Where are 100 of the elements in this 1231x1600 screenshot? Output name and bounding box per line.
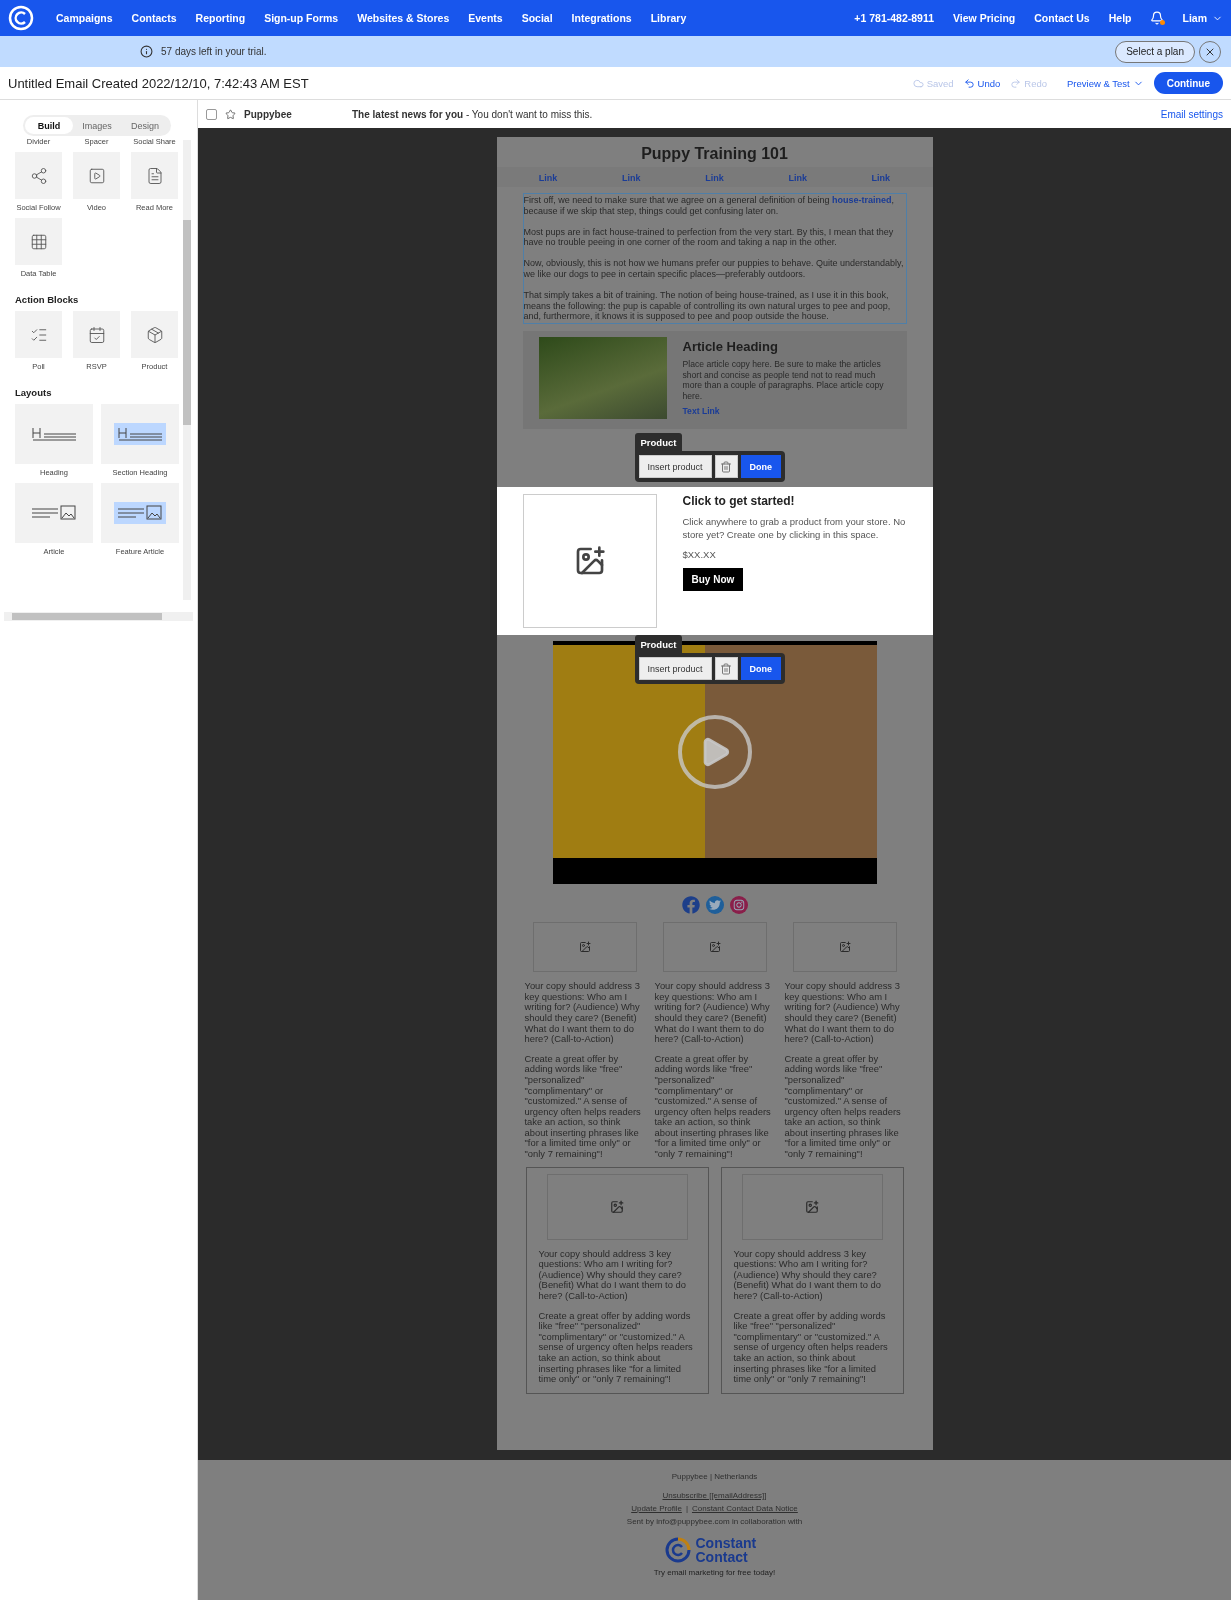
email-settings-link[interactable]: Email settings [1160, 108, 1223, 120]
delete-button[interactable] [714, 455, 738, 479]
tagline: Try email marketing for free today! [653, 1568, 776, 1577]
sender-name: Puppybee [244, 108, 293, 120]
product-heading: Click to get started! [682, 494, 795, 509]
paragraph: Your copy should address 3 key questions: Who am I writing for? (Audience) Why should they care? (Benefit) What do I want them to do here? (Call-to-Action) [538, 1248, 687, 1302]
paragraph: That simply takes a bit of training. The notion of being house-trained, as I use it in this book, means the following: the pup is capable of controlling its own natural urges to pee and poop, and, furthermore, it knows it is supposed to pee and poop outside the house. [523, 289, 892, 323]
preview-test-button[interactable]: Preview & Test [1067, 77, 1144, 89]
block-label: Product [634, 433, 683, 452]
saved-indicator: Saved [912, 77, 954, 89]
select-checkbox[interactable] [206, 108, 217, 120]
block-tile[interactable] [15, 483, 93, 543]
nav-link[interactable]: View Pricing [953, 12, 1016, 24]
paragraph: Your copy should address 3 key questions: Who am I writing for? (Audience) Why should they care? (Benefit) What do I want them to do here? (Call-to-Action) [733, 1248, 882, 1302]
play-icon[interactable] [677, 714, 752, 789]
product-description: Click anywhere to grab a product from your store. No store yet? Create one by clicking in this space. [682, 516, 907, 542]
nav-link[interactable]: Help [1108, 12, 1132, 24]
block-tile[interactable] [101, 404, 179, 464]
block-tile[interactable] [15, 152, 62, 199]
document-icon [145, 166, 164, 185]
horizontal-scrollbar[interactable] [4, 612, 193, 621]
company-info: Puppybee | Netherlands [671, 1472, 758, 1481]
article-heading: Article Heading [682, 339, 779, 355]
email-heading: Puppy Training 101 [641, 145, 788, 163]
share-icon [29, 166, 48, 185]
paragraph: Create a great offer by adding words like "free" "personalized" "complimentary" or "customized." A sense of urgency often helps readers take an action, so think about inserting phrases like "for a limited time only" or "only 7 remaining"! [733, 1310, 889, 1385]
sent-by-text: Sent by info@puppybee.com in collaboration with [626, 1517, 803, 1526]
heading-layout-icon [114, 423, 166, 445]
paragraph: Create a great offer by adding words like "free" "personalized" "complimentary" or "customized." A sense of urgency often helps readers take an action, so think about inserting phrases like "for a limited time only" or "only 7 remaining"! [524, 1053, 642, 1160]
block-tile[interactable] [15, 404, 93, 464]
article-layout-icon [114, 502, 166, 524]
nav-link[interactable]: Sign-up Forms [264, 12, 339, 24]
nav-link[interactable]: Websites & Stores [357, 12, 450, 24]
update-profile-link[interactable]: Update Profile [631, 1504, 682, 1513]
add-image-icon [708, 941, 721, 954]
video-icon [87, 166, 106, 185]
product-price: $XX.XX [682, 549, 716, 561]
box-icon [145, 325, 164, 344]
undo-button[interactable]: Undo [963, 77, 1001, 89]
facebook-icon[interactable] [681, 896, 700, 915]
user-menu[interactable]: Liam [1182, 12, 1223, 24]
undo-icon [963, 77, 975, 89]
nav-link[interactable]: Social [521, 12, 553, 24]
cloud-icon [912, 77, 924, 89]
delete-button[interactable] [714, 657, 738, 681]
paragraph: First off, we need to make sure that we agree on a general definition of being house-trained, because if we skip that step, things could get confusing later on. [523, 195, 896, 217]
block-tile[interactable] [131, 311, 178, 358]
insert-product-button[interactable]: Insert product [638, 657, 712, 681]
instagram-icon[interactable] [729, 896, 748, 915]
continue-button[interactable]: Continue [1153, 72, 1223, 94]
nav-link[interactable]: +1 781-482-8911 [854, 12, 935, 24]
data-notice-link[interactable]: Constant Contact Data Notice [691, 1504, 798, 1513]
nav-link[interactable]: Events [468, 12, 503, 24]
trash-icon [720, 460, 733, 473]
block-tile[interactable] [73, 311, 120, 358]
select-plan-button[interactable]: Select a plan [1115, 40, 1195, 63]
add-image-icon [610, 1199, 624, 1214]
nav-link[interactable]: Contacts [131, 12, 177, 24]
email-title: Untitled Email Created 2022/12/10, 7:42:43 AM EST [8, 75, 309, 91]
nav-link[interactable]: Contact Us [1034, 12, 1090, 24]
logo-icon[interactable] [8, 5, 34, 31]
block-tile[interactable] [101, 483, 179, 543]
trash-icon [720, 662, 733, 675]
paragraph: Now, obviously, this is not how we humans prefer our puppies to behave. Quite understandably, we like our dogs to pee in certain specific places—preferably outdoors. [523, 258, 905, 280]
table-icon [29, 232, 48, 251]
paragraph: Create a great offer by adding words like "free" "personalized" "complimentary" or "customized." A sense of urgency often helps readers take an action, so think about inserting phrases like "for a limited time only" or "only 7 remaining"! [654, 1053, 772, 1160]
trial-message: 57 days left in your trial. [161, 46, 267, 57]
separator: | [685, 1504, 688, 1513]
done-button[interactable]: Done [740, 455, 782, 479]
nav-link[interactable]: Library [650, 12, 687, 24]
group-title: Action Blocks [15, 294, 80, 305]
add-image-icon [838, 941, 851, 954]
sidebar-tab[interactable]: Build [25, 117, 73, 134]
group-title: Layouts [15, 387, 53, 398]
notifications-bell[interactable] [1150, 11, 1165, 25]
paragraph: Create a great offer by adding words like "free" "personalized" "complimentary" or "customized." A sense of urgency often helps readers take an action, so think about inserting phrases like "for a limited time only" or "only 7 remaining"! [538, 1310, 694, 1385]
nav-link[interactable]: Reporting [195, 12, 246, 24]
block-tile[interactable] [131, 152, 178, 199]
paragraph: Create a great offer by adding words like "free" "personalized" "complimentary" or "customized." A sense of urgency often helps readers take an action, so think about inserting phrases like "for a limited time only" or "only 7 remaining"! [784, 1053, 902, 1160]
twitter-icon[interactable] [705, 896, 724, 915]
nav-link[interactable]: Integrations [571, 12, 632, 24]
add-image-icon [805, 1199, 819, 1214]
logo-icon [663, 1536, 692, 1564]
buy-now-button[interactable]: Buy Now [682, 568, 744, 592]
scrollbar[interactable] [183, 140, 191, 600]
block-tile[interactable] [15, 218, 62, 265]
bell-icon [1150, 11, 1165, 25]
block-label: Product [634, 635, 683, 654]
block-tile[interactable] [15, 311, 62, 358]
subject-line: The latest news for you - You don't want to miss this. [352, 108, 593, 120]
sidebar-tab[interactable]: Design [121, 117, 169, 134]
insert-product-button[interactable]: Insert product [638, 455, 712, 479]
sidebar-tab[interactable]: Images [73, 117, 121, 134]
done-button[interactable]: Done [740, 657, 782, 681]
logo-text: Constant Contact [695, 1536, 758, 1564]
unsubscribe-link[interactable]: Unsubscribe [[emailAddress]] [662, 1491, 767, 1500]
nav-link[interactable]: Campaigns [56, 12, 113, 24]
star-icon[interactable] [225, 108, 236, 120]
block-tile[interactable] [73, 152, 120, 199]
video-thumbnail[interactable] [552, 641, 877, 885]
